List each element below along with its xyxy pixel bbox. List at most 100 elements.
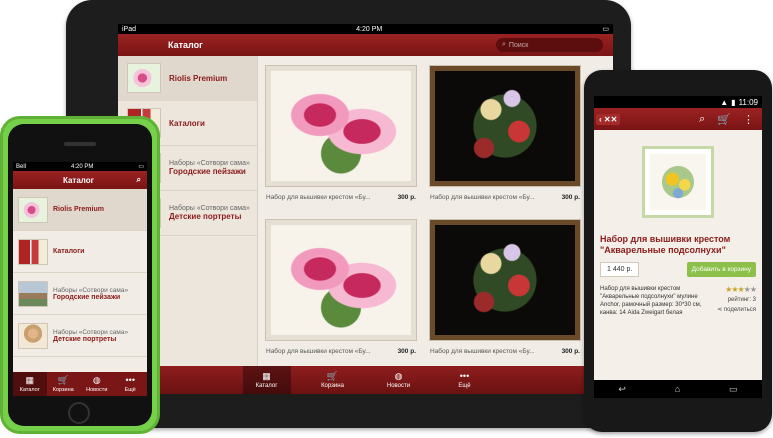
tab-news[interactable]: ◍ Новости — [375, 366, 423, 394]
list-item-riolis[interactable]: Riolis Premium — [13, 189, 147, 231]
product-card[interactable]: Набор для вышивки крестом «Бу... 300 р. — [429, 219, 581, 364]
product-price: 300 р. — [397, 348, 416, 355]
android-actionbar: ‹ ✕✕ ⌕ 🛒 ⋮ — [594, 108, 762, 130]
back-logo-button[interactable]: ‹ ✕✕ — [596, 113, 621, 125]
battery-icon: ▮ — [731, 97, 736, 107]
thumbnail — [18, 280, 48, 307]
search-icon: ⌕ — [502, 41, 506, 48]
overflow-menu-icon[interactable]: ⋮ — [743, 113, 754, 126]
ipad-nav-title: Каталог — [168, 40, 203, 50]
product-image — [429, 219, 581, 341]
ipad-carrier: iPad — [122, 25, 137, 33]
globe-icon: ◍ — [92, 374, 101, 385]
devices-showcase: iPad 4:20 PM ▭ Каталог ⌕ Поиск Riolis Pr… — [0, 0, 773, 438]
more-icon: ••• — [459, 370, 470, 381]
back-key-icon[interactable]: ↩ — [618, 384, 626, 395]
tab-more[interactable]: ••• Ещё — [441, 366, 489, 394]
product-price: 300 р. — [561, 194, 580, 201]
iphone-speaker — [64, 142, 96, 146]
android-screen: ▲ ▮ 11:09 ‹ ✕✕ ⌕ 🛒 ⋮ Набор для вышивки к… — [594, 96, 762, 398]
sidebar-item-label: Riolis Premium — [169, 73, 228, 83]
rating-stars[interactable]: ★★★★★ — [725, 285, 757, 294]
signal-icon: ▲ — [720, 97, 729, 107]
android-nav-keys: ↩ ⌂ ▭ — [594, 380, 762, 398]
list-item-label: Каталоги — [53, 248, 85, 255]
iphone-device: Bell 4:20 PM ▭ Каталог ⌕ Riolis Premium … — [0, 116, 160, 434]
globe-icon: ◍ — [394, 370, 403, 381]
product-artwork — [650, 154, 706, 210]
rating-label: рейтинг: 3 — [727, 297, 756, 303]
product-name: Набор для вышивки крестом «Бу... — [266, 194, 371, 201]
thumbnail — [18, 196, 48, 223]
ipad-screen: iPad 4:20 PM ▭ Каталог ⌕ Поиск Riolis Pr… — [118, 24, 613, 394]
tab-catalog[interactable]: ▦ Каталог — [13, 372, 47, 396]
product-card[interactable]: Набор для вышивки крестом «Бу... 300 р. — [265, 65, 417, 210]
thumbnail — [18, 238, 48, 265]
list-item-city[interactable]: Наборы «Сотвори сама» Городские пейзажи — [13, 273, 147, 315]
list-item-label: Riolis Premium — [53, 206, 104, 213]
iphone-bezel: Bell 4:20 PM ▭ Каталог ⌕ Riolis Premium … — [8, 124, 152, 426]
iphone-nav-title: Каталог — [63, 175, 94, 185]
search-icon[interactable]: ⌕ — [137, 175, 141, 185]
sidebar-item-label: Каталоги — [169, 118, 205, 128]
product-grid: Набор для вышивки крестом «Бу... 300 р. Н… — [258, 56, 613, 374]
iphone-carrier: Bell — [16, 163, 27, 170]
home-key-icon[interactable]: ⌂ — [675, 384, 680, 394]
list-item-label: Наборы «Сотвори сама» Городские пейзажи — [53, 286, 129, 301]
ipad-status-bar: iPad 4:20 PM ▭ — [118, 24, 613, 34]
product-name: Набор для вышивки крестом «Бу... — [266, 348, 371, 355]
product-price: 300 р. — [397, 194, 416, 201]
android-device: ▲ ▮ 11:09 ‹ ✕✕ ⌕ 🛒 ⋮ Набор для вышивки к… — [584, 70, 772, 432]
ipad-navbar: Каталог ⌕ Поиск — [118, 34, 613, 56]
product-name: Набор для вышивки крестом «Бу... — [430, 194, 535, 201]
iphone-tabbar: ▦ Каталог 🛒 Корзина ◍ Новости ••• Ещё — [13, 372, 147, 396]
ipad-tabbar: ▦ Каталог 🛒 Корзина ◍ Новости ••• Ещё — [118, 366, 613, 394]
sidebar-item-label: Наборы «Сотвори сама» Городские пейзажи — [169, 160, 250, 176]
product-title: Набор для вышивки крестом "Акварельные п… — [600, 234, 731, 255]
recents-key-icon[interactable]: ▭ — [729, 384, 738, 395]
tab-cart[interactable]: 🛒 Корзина — [309, 366, 357, 394]
cart-icon: 🛒 — [326, 370, 339, 381]
price-tag: 1 440 р. — [600, 262, 640, 277]
iphone-status-bar: Bell 4:20 PM ▭ — [13, 162, 147, 171]
cart-icon: 🛒 — [57, 374, 69, 385]
tab-cart[interactable]: 🛒 Корзина — [47, 372, 81, 396]
ipad-battery-icon: ▭ — [602, 26, 609, 33]
tab-catalog[interactable]: ▦ Каталог — [242, 366, 291, 394]
add-to-cart-button[interactable]: Добавить в корзину — [686, 262, 756, 277]
iphone-time: 4:20 PM — [70, 163, 94, 170]
iphone-navbar: Каталог ⌕ — [13, 171, 147, 189]
more-icon: ••• — [125, 374, 135, 385]
cart-icon[interactable]: 🛒 — [717, 113, 731, 126]
list-item-kids[interactable]: Наборы «Сотвори сама» Детские портреты — [13, 315, 147, 357]
product-card[interactable]: Набор для вышивки крестом «Бу... 300 р. — [265, 219, 417, 364]
list-item-catalogs[interactable]: Каталоги — [13, 231, 147, 273]
product-image[interactable] — [642, 146, 714, 218]
android-time: 11:09 — [738, 97, 758, 107]
thumbnail — [18, 322, 48, 349]
battery-icon: ▭ — [138, 164, 144, 170]
tab-more[interactable]: ••• Ещё — [114, 372, 148, 396]
share-icon: ⋖ — [717, 307, 724, 313]
sidebar-item-riolis[interactable]: Riolis Premium — [118, 56, 257, 101]
product-name: Набор для вышивки крестом «Бу... — [430, 348, 535, 355]
product-image — [265, 65, 417, 187]
iphone-home-button[interactable] — [68, 402, 90, 424]
share-button[interactable]: ⋖ поделиться — [717, 306, 756, 313]
ipad-search-input[interactable]: ⌕ Поиск — [496, 38, 603, 52]
product-card[interactable]: Набор для вышивки крестом «Бу... 300 р. — [429, 65, 581, 210]
list-item-label: Наборы «Сотвори сама» Детские портреты — [53, 328, 129, 343]
ipad-time: 4:20 PM — [356, 25, 383, 33]
product-image — [429, 65, 581, 187]
iphone-screen: Bell 4:20 PM ▭ Каталог ⌕ Riolis Premium … — [13, 162, 147, 396]
grid-icon: ▦ — [25, 374, 34, 385]
product-description: Набор для вышивки крестом "Акварельные п… — [600, 286, 702, 316]
sidebar-item-label: Наборы «Сотвори сама» Детские портреты — [169, 205, 250, 221]
thumbnail — [127, 63, 161, 93]
product-image — [265, 219, 417, 341]
ipad-search-placeholder: Поиск — [508, 41, 529, 49]
search-icon[interactable]: ⌕ — [699, 113, 705, 126]
tab-news[interactable]: ◍ Новости — [80, 372, 114, 396]
grid-icon: ▦ — [262, 370, 271, 381]
android-status-bar: ▲ ▮ 11:09 — [594, 96, 762, 108]
